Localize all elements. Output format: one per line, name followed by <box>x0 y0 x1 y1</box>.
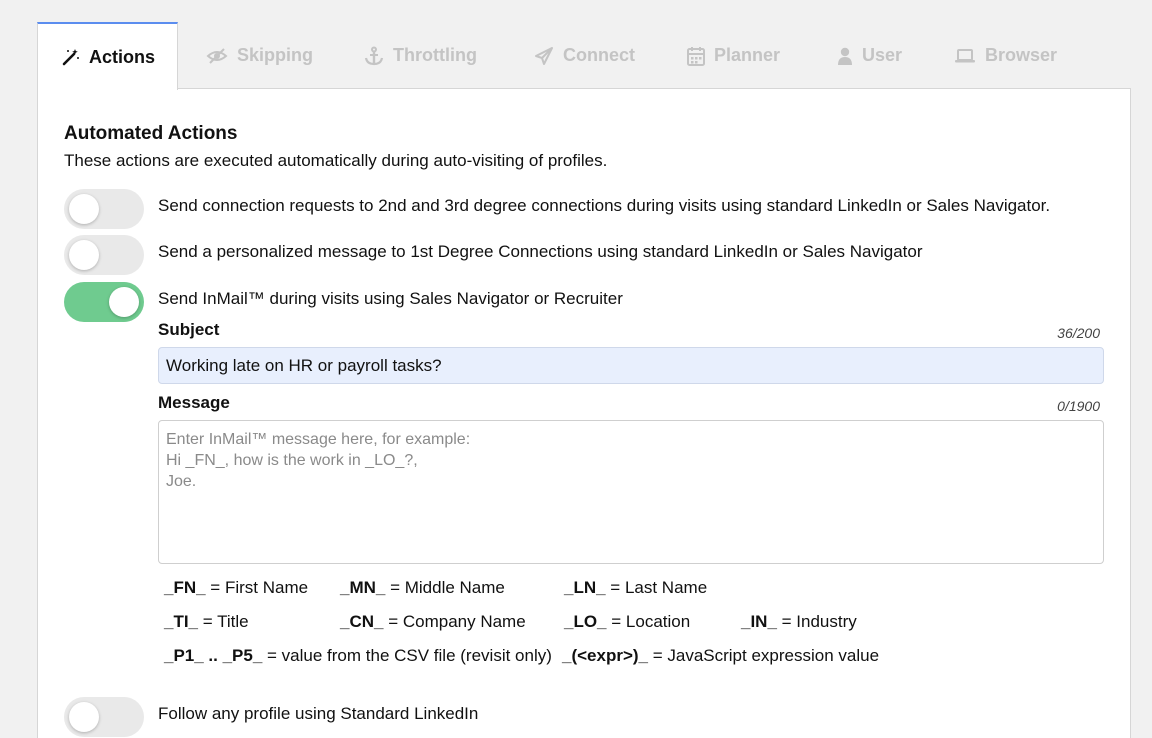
tab-actions[interactable]: Actions <box>37 22 178 90</box>
tab-connect[interactable]: Connect <box>534 22 635 89</box>
legend-key: _(<expr>)_ <box>562 646 648 665</box>
message-counter: 0/1900 <box>1057 398 1100 414</box>
magic-wand-icon <box>62 48 80 66</box>
subject-label: Subject <box>158 320 220 339</box>
tab-skipping[interactable]: Skipping <box>206 22 313 89</box>
tab-label: Skipping <box>237 45 313 65</box>
legend-location: _LO_ = Location <box>564 612 690 632</box>
section-description: These actions are executed automatically… <box>64 151 608 170</box>
legend-js-expression: _(<expr>)_ = JavaScript expression value <box>562 646 879 666</box>
legend-middle-name: _MN_ = Middle Name <box>340 578 505 598</box>
message-label: Message <box>158 393 230 412</box>
tab-label: Planner <box>714 45 781 65</box>
tab-label: Browser <box>985 45 1058 65</box>
legend-key: _IN_ <box>741 612 777 631</box>
legend-desc: = JavaScript expression value <box>648 646 880 665</box>
legend-key: _LN_ <box>564 578 606 597</box>
legend-desc: = Title <box>198 612 249 631</box>
toggle-knob <box>109 287 139 317</box>
tab-throttling[interactable]: Throttling <box>364 22 477 89</box>
legend-desc: = Industry <box>776 612 857 631</box>
subject-input[interactable] <box>158 347 1104 384</box>
legend-desc: = Location <box>606 612 691 631</box>
legend-csv-values: _P1_ .. _P5_ = value from the CSV file (… <box>164 646 552 666</box>
tab-label: Connect <box>563 45 635 65</box>
toggle-connection-requests[interactable] <box>64 189 144 229</box>
laptop-icon <box>954 48 976 64</box>
legend-key: _MN_ <box>340 578 386 597</box>
section-title: Automated Actions <box>64 123 238 144</box>
toggle-knob <box>69 194 99 224</box>
legend-industry: _IN_ = Industry <box>741 612 857 632</box>
toggle-knob <box>69 702 99 732</box>
legend-key: _LO_ <box>564 612 607 631</box>
tab-bar: Actions Skipping Throttling Connect Plan… <box>37 22 1131 90</box>
eye-slash-icon <box>206 47 228 65</box>
legend-key: _TI_ <box>164 612 199 631</box>
tab-browser[interactable]: Browser <box>954 22 1057 89</box>
anchor-icon <box>364 46 384 66</box>
toggle-send-inmail[interactable] <box>64 282 144 322</box>
legend-desc: = Middle Name <box>385 578 505 597</box>
legend-company-name: _CN_ = Company Name <box>340 612 526 632</box>
legend-desc: = value from the CSV file (revisit only) <box>262 646 552 665</box>
legend-key: _P1_ .. _P5_ <box>164 646 263 665</box>
legend-key: _FN_ <box>164 578 206 597</box>
subject-counter: 36/200 <box>1057 325 1100 341</box>
tab-user[interactable]: User <box>837 22 902 89</box>
tab-label: User <box>862 45 903 65</box>
legend-last-name: _LN_ = Last Name <box>564 578 707 598</box>
user-icon <box>837 47 853 65</box>
tab-label: Throttling <box>393 45 477 65</box>
calendar-icon <box>687 46 705 66</box>
toggle-follow-profile[interactable] <box>64 697 144 737</box>
legend-first-name: _FN_ = First Name <box>164 578 308 598</box>
toggle-knob <box>69 240 99 270</box>
actions-panel <box>37 88 1131 738</box>
toggle-label-personalized-message: Send a personalized message to 1st Degre… <box>158 242 923 261</box>
legend-title: _TI_ = Title <box>164 612 249 632</box>
tab-label: Actions <box>89 46 156 67</box>
message-textarea[interactable] <box>158 420 1104 564</box>
paper-plane-icon <box>534 46 554 66</box>
legend-desc: = Company Name <box>383 612 526 631</box>
tab-planner[interactable]: Planner <box>687 22 780 89</box>
toggle-label-connection-requests: Send connection requests to 2nd and 3rd … <box>158 196 1051 215</box>
legend-desc: = First Name <box>205 578 309 597</box>
legend-desc: = Last Name <box>605 578 708 597</box>
toggle-label-follow-profile: Follow any profile using Standard Linked… <box>158 704 479 723</box>
legend-key: _CN_ <box>340 612 384 631</box>
toggle-personalized-message[interactable] <box>64 235 144 275</box>
toggle-label-send-inmail: Send InMail™ during visits using Sales N… <box>158 289 623 308</box>
